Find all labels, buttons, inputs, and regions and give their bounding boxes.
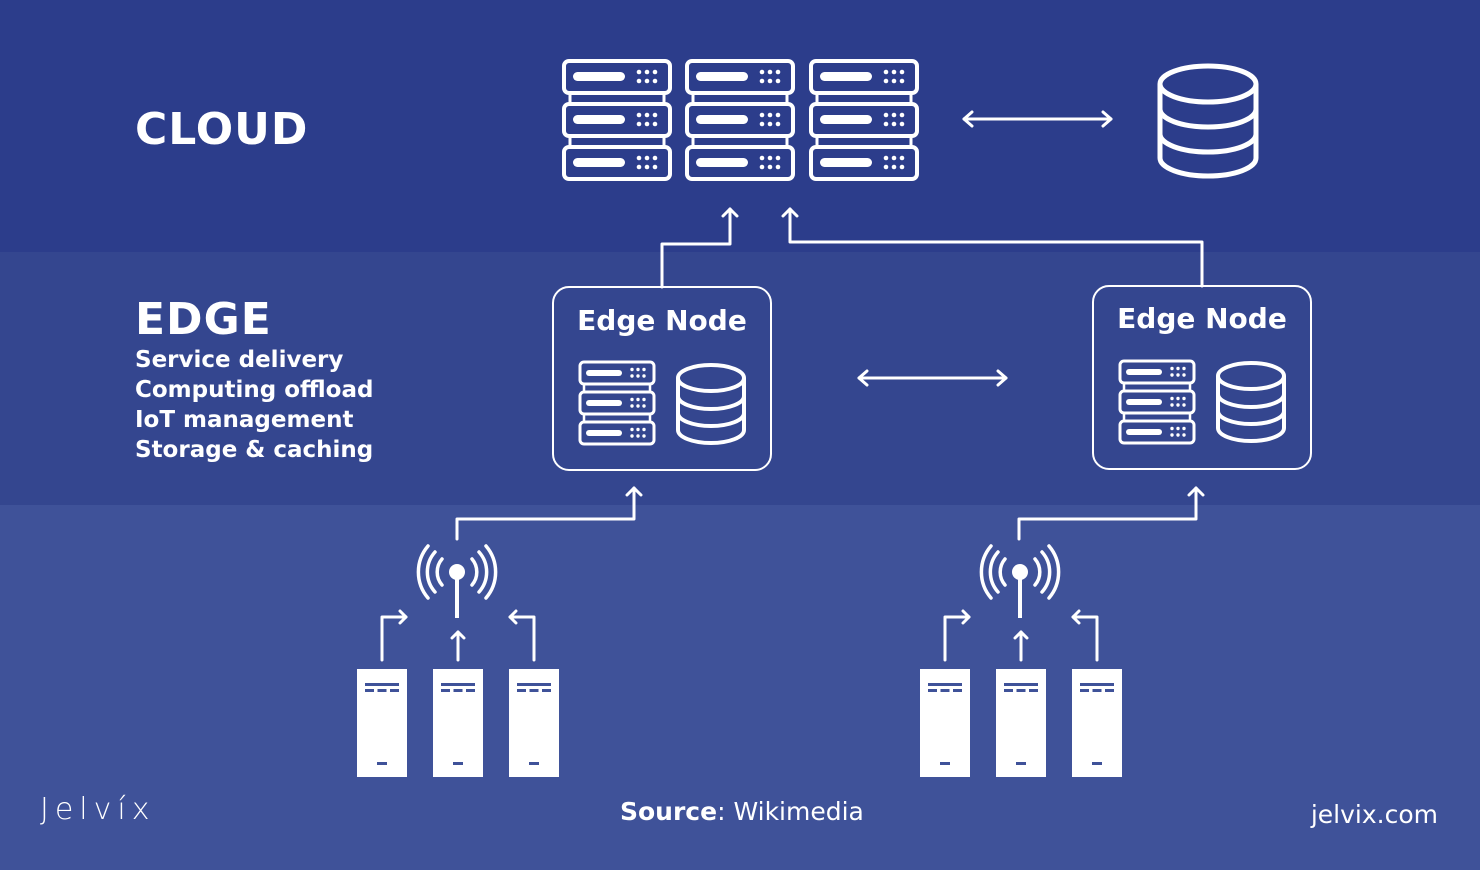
edge-node-label: Edge Node [577,304,747,337]
edge-layer-title: EDGE [135,294,272,345]
edge-feature-item: IoT management [135,407,354,433]
cloud-server-rack-icon [811,61,917,179]
iot-device-icon [996,669,1046,777]
iot-device-icon [509,669,559,777]
edge-database-icon [676,363,746,445]
edge-node-label: Edge Node [1117,302,1287,335]
wireless-antenna-icon [979,544,1061,620]
edge-database-icon [1216,361,1286,443]
iot-device-icon [1072,669,1122,777]
edge-server-rack-icon [1120,361,1194,443]
website-link[interactable]: jelvix.com [1311,800,1438,829]
edge-feature-item: Service delivery [135,347,344,373]
gateway-to-edge-connector [455,486,1205,541]
iot-device-icon [920,669,970,777]
wireless-antenna-icon [416,544,498,620]
source-label: Source [620,797,718,826]
source-value: : Wikimedia [717,797,864,826]
cloud-bidirectional-arrow-icon [962,110,1113,128]
cloud-server-rack-icon [564,61,670,179]
edge-to-cloud-connector [660,207,1204,289]
device-to-gateway-connector [380,609,1099,662]
cloud-server-rack-icon [687,61,793,179]
edge-feature-list: Service delivery Computing offload IoT m… [135,345,373,465]
iot-device-icon [433,669,483,777]
edge-feature-item: Storage & caching [135,437,374,463]
source-credit: Source: Wikimedia [620,797,864,826]
edge-feature-item: Computing offload [135,377,374,403]
jelvix-logo: Jelvíx [40,792,156,827]
edge-server-rack-icon [580,362,654,444]
iot-device-icon [357,669,407,777]
cloud-layer-title: CLOUD [135,104,309,155]
edge-bidirectional-arrow-icon [857,369,1008,387]
cloud-database-icon [1157,63,1259,179]
